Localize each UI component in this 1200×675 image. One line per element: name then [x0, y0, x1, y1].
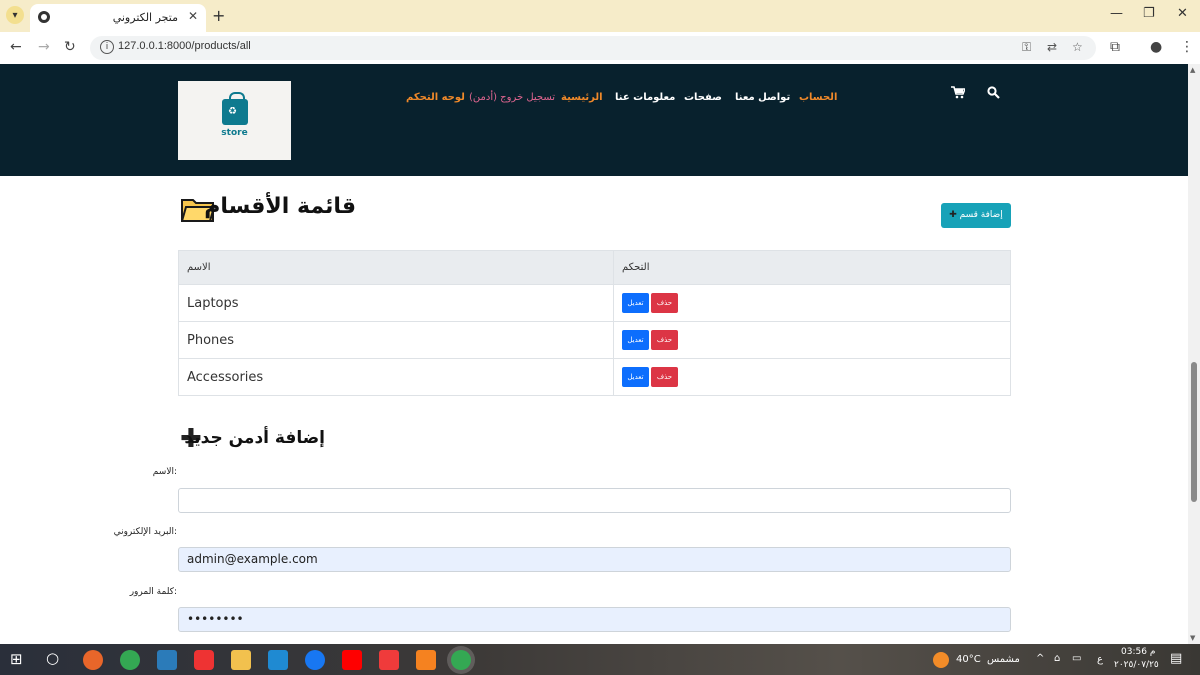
add-category-label: إضافة قسم [959, 210, 1003, 220]
nav-contact[interactable]: تواصل معنا [735, 92, 790, 103]
site-info-icon[interactable]: i [100, 40, 114, 54]
add-admin-title: إضافة أدمن جديد [184, 428, 325, 448]
add-category-button[interactable]: إضافة قسم ✚ [941, 203, 1011, 228]
email-label: :البريد الإلكتروني [113, 527, 177, 537]
table-row: Laptops تعديل حذف [178, 284, 1011, 322]
key-icon[interactable]: ⚿ [1022, 40, 1031, 55]
logo-text: store [221, 128, 248, 138]
language-indicator[interactable]: ع [1097, 654, 1103, 665]
name-label: :الاسم [152, 467, 177, 477]
delete-button[interactable]: حذف [651, 367, 678, 387]
clock-date[interactable]: ٢٠٢٥/٠٧/٢٥ [1114, 660, 1159, 670]
delete-button[interactable]: حذف [651, 293, 678, 313]
categories-title: قائمة الأقسام [204, 194, 356, 219]
bolt-app-icon[interactable] [379, 650, 399, 670]
xampp-icon[interactable] [416, 650, 436, 670]
browser-tab[interactable]: متجر الكتروني ✕ [30, 4, 206, 32]
table-header-row: الاسم التحكم [178, 250, 1011, 285]
nav-logout[interactable]: تسجيل خروج (أدمن) [469, 92, 555, 103]
scroll-down-icon[interactable]: ▼ [1190, 634, 1195, 642]
new-tab-button[interactable]: + [212, 6, 225, 25]
site-header: ♻ store لوحه التحكم تسجيل خروج (أدمن) ال… [0, 64, 1188, 176]
search-icon[interactable]: ○ [46, 649, 59, 667]
network-icon[interactable]: ⌂ [1054, 653, 1060, 664]
profile-icon[interactable]: ● [1150, 39, 1162, 55]
store-logo[interactable]: ♻ store [178, 81, 291, 160]
firefox-icon[interactable] [83, 650, 103, 670]
scroll-up-icon[interactable]: ▲ [1190, 66, 1195, 74]
edit-button[interactable]: تعديل [622, 330, 649, 350]
row-controls: تعديل حذف [613, 284, 1011, 322]
email-field[interactable]: admin@example.com [178, 547, 1011, 572]
bookmark-star-icon[interactable]: ☆ [1072, 40, 1083, 54]
menu-icon[interactable]: ⋮ [1180, 39, 1194, 55]
globe-icon [38, 11, 50, 23]
taskbar: ⊞ ○ 40°C مشمس ^ ⌂ ▭ ع 03:56 م ٢٠٢٥/٠٧/٢٥… [0, 644, 1200, 675]
row-controls: تعديل حذف [613, 358, 1011, 396]
edit-button[interactable]: تعديل [622, 367, 649, 387]
shopping-bag-icon: ♻ [222, 92, 248, 125]
nav-home[interactable]: الرئيسية [561, 92, 603, 103]
delete-button[interactable]: حذف [651, 330, 678, 350]
back-icon[interactable]: ← [10, 39, 22, 55]
weather-text: مشمس [987, 654, 1020, 665]
nav-about[interactable]: معلومات عنا [615, 92, 675, 103]
vscode-icon[interactable] [268, 650, 288, 670]
row-controls: تعديل حذف [613, 321, 1011, 359]
close-tab-icon[interactable]: ✕ [188, 9, 198, 23]
nav-dashboard[interactable]: لوحه التحكم [406, 92, 465, 103]
category-name: Laptops [178, 284, 614, 322]
table-row: Phones تعديل حذف [178, 321, 1011, 359]
category-name: Accessories [178, 358, 614, 396]
notifications-icon[interactable]: ▤ [1170, 651, 1182, 666]
address-bar[interactable]: i 127.0.0.1:8000/products/all ⚿ ⇄ ☆ [90, 36, 1096, 60]
weather-sun-icon[interactable] [933, 652, 949, 668]
reload-icon[interactable]: ↻ [64, 39, 76, 55]
clock-time[interactable]: 03:56 م [1121, 647, 1155, 657]
facebook-icon[interactable] [305, 650, 325, 670]
minimize-icon[interactable]: — [1110, 6, 1123, 21]
browser-tab-strip: ▾ متجر الكتروني ✕ + — ❐ ✕ [0, 0, 1200, 32]
control-panel-icon[interactable] [157, 650, 177, 670]
plus-icon: ✚ [949, 210, 957, 220]
cart-icon[interactable] [951, 86, 967, 103]
column-header-name: الاسم [178, 250, 614, 285]
page-scrollbar[interactable]: ▲ ▼ [1188, 64, 1200, 644]
anydesk-icon[interactable] [194, 650, 214, 670]
search-icon[interactable] [987, 86, 1000, 103]
youtube-icon[interactable] [342, 650, 362, 670]
password-label: :كلمة المرور [129, 587, 177, 597]
file-explorer-icon[interactable] [231, 650, 251, 670]
show-hidden-icons[interactable]: ^ [1036, 653, 1044, 664]
restore-icon[interactable]: ❐ [1143, 6, 1155, 21]
forward-icon[interactable]: → [38, 39, 50, 55]
table-row: Accessories تعديل حذف [178, 358, 1011, 396]
name-field[interactable] [178, 488, 1011, 513]
nav-pages[interactable]: صفحات [684, 92, 722, 103]
close-window-icon[interactable]: ✕ [1177, 6, 1188, 21]
category-name: Phones [178, 321, 614, 359]
scrollbar-thumb[interactable] [1191, 362, 1197, 502]
password-field[interactable]: •••••••• [178, 607, 1011, 632]
column-header-control: التحكم [613, 250, 1011, 285]
chrome-icon[interactable] [120, 650, 140, 670]
extensions-icon[interactable]: ⧉ [1110, 39, 1120, 55]
url-text[interactable]: 127.0.0.1:8000/products/all [118, 40, 251, 52]
nav-account[interactable]: الحساب [799, 92, 837, 103]
edit-button[interactable]: تعديل [622, 293, 649, 313]
categories-table: الاسم التحكم Laptops تعديل حذف Phones تعد… [178, 250, 1011, 396]
chrome-active-icon[interactable] [451, 650, 471, 670]
page-viewport: ♻ store لوحه التحكم تسجيل خروج (أدمن) ال… [0, 64, 1188, 644]
battery-icon[interactable]: ▭ [1072, 653, 1081, 664]
temperature: 40°C [956, 654, 981, 665]
tab-search-button[interactable]: ▾ [6, 6, 24, 24]
translate-icon[interactable]: ⇄ [1047, 40, 1057, 54]
windows-start-icon[interactable]: ⊞ [10, 650, 23, 668]
tab-title: متجر الكتروني [112, 11, 178, 24]
